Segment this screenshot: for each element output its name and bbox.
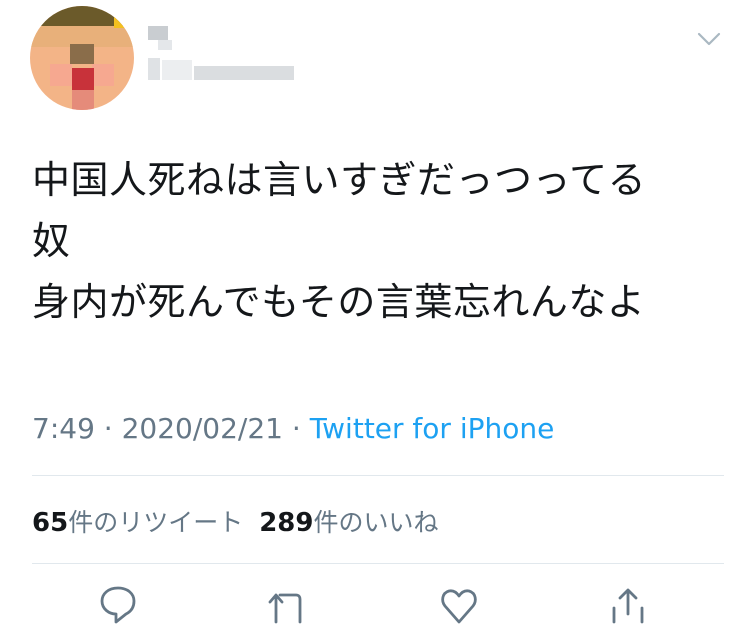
meta-separator: · bbox=[282, 412, 310, 445]
tweet-stats: 65件のリツイート 289件のいいね bbox=[32, 503, 439, 539]
retweets-label: 件のリツイート bbox=[68, 508, 244, 537]
likes-stat[interactable]: 289件のいいね bbox=[259, 508, 439, 538]
divider bbox=[32, 563, 724, 564]
likes-count: 289 bbox=[259, 508, 314, 538]
tweet-date: 2020/02/21 bbox=[121, 412, 283, 445]
action-bar bbox=[0, 582, 750, 624]
chevron-down-icon[interactable] bbox=[696, 26, 722, 52]
heart-icon[interactable] bbox=[437, 582, 481, 626]
divider bbox=[32, 475, 724, 476]
tweet-source-link[interactable]: Twitter for iPhone bbox=[310, 412, 555, 445]
retweets-stat[interactable]: 65件のリツイート bbox=[32, 508, 244, 538]
meta-separator: · bbox=[94, 412, 122, 445]
retweets-count: 65 bbox=[32, 508, 69, 538]
likes-label: 件のいいね bbox=[313, 508, 439, 537]
share-icon[interactable] bbox=[606, 582, 650, 626]
tweet-meta: 7:49 · 2020/02/21 · Twitter for iPhone bbox=[32, 412, 554, 445]
retweet-icon[interactable] bbox=[266, 582, 310, 626]
avatar[interactable] bbox=[30, 6, 134, 110]
tweet-time: 7:49 bbox=[32, 412, 95, 445]
user-name-blurred[interactable] bbox=[148, 26, 298, 86]
tweet-text: 中国人死ねは言いすぎだっつってる 奴 身内が死んでもその言葉忘れんなよ bbox=[32, 158, 647, 324]
reply-icon[interactable] bbox=[96, 582, 140, 626]
